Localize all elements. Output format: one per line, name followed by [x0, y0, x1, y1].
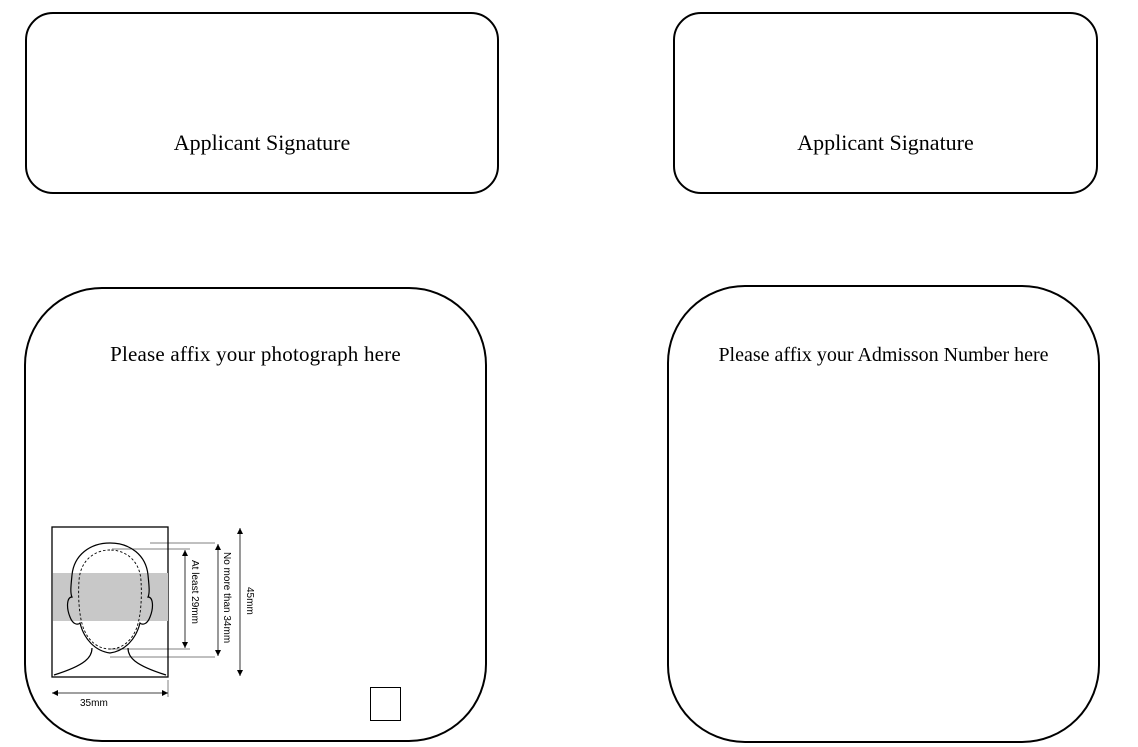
applicant-signature-label: Applicant Signature	[797, 130, 974, 155]
applicant-signature-box-left: Applicant Signature	[25, 12, 499, 194]
admission-number-box: Please affix your Admisson Number here	[667, 285, 1100, 743]
passport-photo-size-diagram: 35mm At least 29mm No more than 34mm 45m…	[51, 526, 255, 709]
applicant-signature-box-right: Applicant Signature	[673, 12, 1098, 194]
height-45mm-label: 45mm	[244, 587, 255, 615]
admission-number-box-title: Please affix your Admisson Number here	[718, 344, 1049, 366]
small-checkbox-square	[370, 687, 401, 721]
applicant-signature-label: Applicant Signature	[173, 130, 351, 155]
photograph-box-title: Please affix your photograph here	[110, 342, 401, 366]
width-35mm-label: 35mm	[80, 698, 108, 709]
max-head-size-label: No more than 34mm	[221, 552, 232, 643]
min-head-size-label: At least 29mm	[189, 560, 200, 624]
